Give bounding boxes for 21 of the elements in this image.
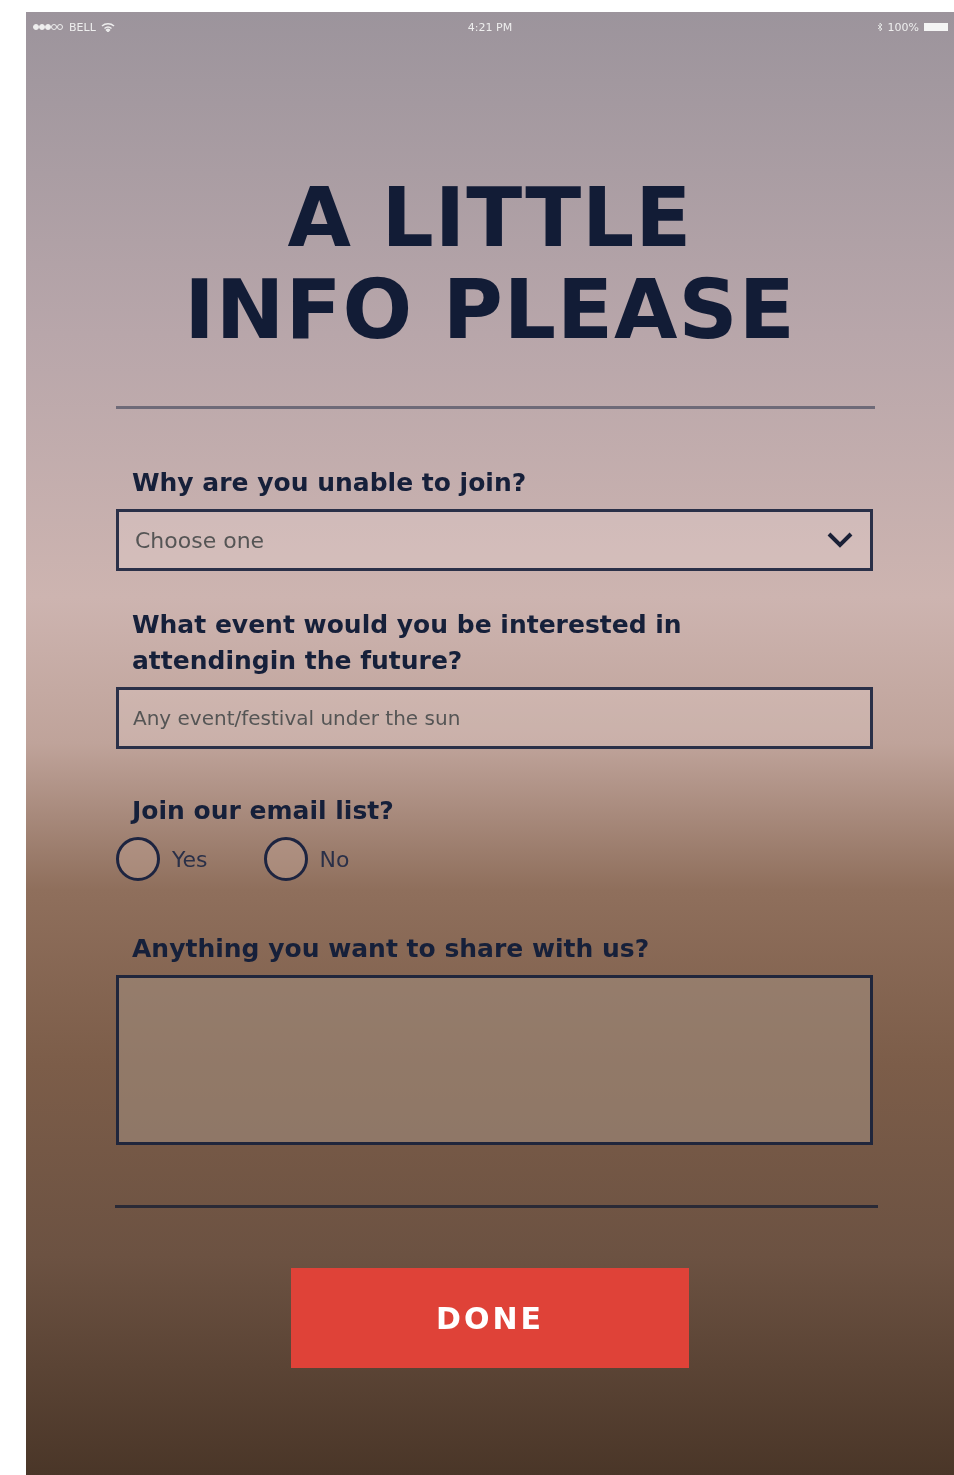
radio-label: Yes (172, 846, 208, 872)
carrier-name: BELL (69, 20, 96, 34)
battery-icon (924, 22, 948, 32)
page-title: A LITTLE INFO PLEASE (183, 172, 797, 356)
select-field[interactable]: Choose one (116, 509, 873, 571)
signal-icon (32, 23, 64, 31)
field-label: Why are you unable to join? (131, 467, 528, 499)
radio-label: No (319, 846, 350, 872)
battery-percent: 100% (887, 20, 919, 34)
clock-time: 4:21 PM (467, 20, 513, 34)
field-label: Anything you want to share with us? (131, 933, 651, 965)
radio-button[interactable] (116, 837, 160, 881)
text-area[interactable] (116, 975, 873, 1145)
chevron-down-icon (826, 531, 854, 549)
bluetooth-icon (876, 22, 883, 32)
wifi-icon (100, 22, 115, 32)
input-field[interactable]: Any event/festival under the sun (116, 687, 873, 749)
field-label: What event would you be interested in attendingin the future? (131, 609, 683, 677)
field-label: Join our email list? (129, 795, 395, 827)
radio-button[interactable] (263, 837, 308, 881)
done-button[interactable]: DONE (291, 1268, 689, 1368)
